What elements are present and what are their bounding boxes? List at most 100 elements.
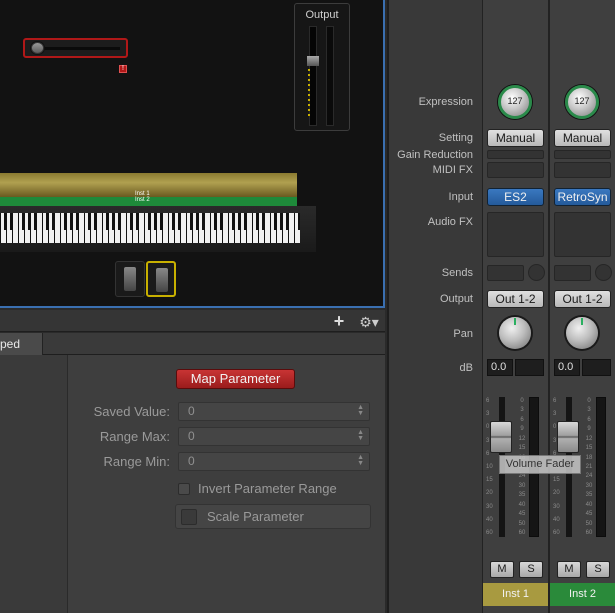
mixer-panel: Expression Setting Gain Reduction MIDI F…: [387, 0, 615, 613]
output-button[interactable]: Out 1-2: [487, 290, 544, 308]
scale-tick-label: 0: [520, 398, 524, 404]
input-button[interactable]: ES2: [487, 188, 544, 206]
scale-parameter-label: Scale Parameter: [207, 509, 304, 524]
send-slot[interactable]: [487, 265, 524, 281]
invert-range-checkbox[interactable]: [178, 483, 190, 495]
inst1-region[interactable]: Inst 1: [0, 173, 297, 197]
gain-reduction-label: Gain Reduction: [397, 149, 473, 161]
midi-fx-slot[interactable]: [554, 162, 611, 178]
scale-tick-label: 15: [585, 445, 593, 452]
output-fader-knob[interactable]: [307, 56, 319, 66]
piano-black-keys[interactable]: [0, 213, 300, 230]
add-plus-icon[interactable]: +: [328, 312, 350, 331]
scale-tick-label: 3: [486, 411, 490, 418]
saved-value-field[interactable]: 0 ▲ ▼: [178, 402, 370, 421]
stepper-arrows-icon[interactable]: ▲ ▼: [357, 404, 364, 417]
send-level-knob[interactable]: [528, 264, 545, 281]
output-fader-track[interactable]: [309, 26, 317, 126]
range-min-label: Range Min:: [103, 454, 170, 469]
audio-fx-slot[interactable]: [487, 212, 544, 257]
scale-tick-label: 12: [518, 435, 526, 442]
mapping-badge-icon[interactable]: !: [119, 65, 127, 73]
instrument-canvas[interactable]: ! Output Inst 1 Inst 2: [0, 0, 385, 308]
midi-fx-slot[interactable]: [487, 162, 544, 178]
input-label: Input: [448, 191, 473, 203]
scale-tick-label: 18: [585, 454, 593, 461]
volume-fader[interactable]: [490, 421, 512, 453]
inst2-region-label: Inst 2: [135, 197, 150, 203]
stepper-arrows-icon[interactable]: ▲ ▼: [357, 454, 364, 467]
solo-button[interactable]: S: [586, 561, 610, 578]
expression-knob[interactable]: 127: [498, 85, 532, 119]
mute-button[interactable]: M: [490, 561, 514, 578]
scale-tick-label: 50: [585, 520, 593, 527]
output-meter: [326, 26, 334, 126]
peak-readout[interactable]: [515, 359, 544, 376]
mute-button[interactable]: M: [557, 561, 581, 578]
inst2-region[interactable]: Inst 2: [0, 197, 297, 206]
range-min-field[interactable]: 0 ▲ ▼: [178, 452, 370, 471]
setting-label: Setting: [438, 132, 473, 144]
db-label: dB: [459, 362, 473, 374]
scale-tick-label: 3: [520, 407, 524, 414]
scale-tick-label: 24: [585, 473, 593, 480]
audio-fx-label: Audio FX: [427, 216, 473, 228]
scale-tick-label: 24: [518, 473, 526, 480]
setting-button[interactable]: Manual: [554, 129, 611, 147]
scale-tick-label: 10: [486, 464, 493, 470]
scale-tick-label: 60: [518, 530, 526, 536]
range-max-field[interactable]: 0 ▲ ▼: [178, 427, 370, 446]
output-level-ticks: [308, 59, 310, 119]
output-button[interactable]: Out 1-2: [554, 290, 611, 308]
fader-scale: 63036101520304060: [486, 398, 500, 536]
midi-fx-label: MIDI FX: [432, 164, 473, 176]
saved-value-text: 0: [188, 404, 195, 418]
send-slot[interactable]: [554, 265, 591, 281]
setting-button[interactable]: Manual: [487, 129, 544, 147]
smart-control-slider[interactable]: [23, 38, 128, 58]
scale-tick-label: 6: [520, 416, 524, 423]
expression-knob[interactable]: 127: [565, 85, 599, 119]
inspector-list-pane[interactable]: [0, 355, 68, 613]
scale-tick-label: 30: [518, 482, 526, 489]
stepper-arrows-icon[interactable]: ▲ ▼: [357, 429, 364, 442]
scale-tick-label: 6: [587, 416, 591, 423]
sustain-pedal-icon[interactable]: [115, 261, 145, 297]
gear-icon[interactable]: ⚙▾: [356, 313, 382, 331]
send-level-knob[interactable]: [595, 264, 612, 281]
channel-strip-inst1: 127 Manual ES2 Out 1-2 0.0 6 3 0 3 6 10 15 20 30…: [482, 0, 549, 613]
track-name[interactable]: Inst 2: [550, 583, 615, 606]
volume-fader[interactable]: [557, 421, 579, 453]
audio-fx-slot[interactable]: [554, 212, 611, 257]
scale-tick-label: 40: [518, 501, 526, 508]
scale-tick-label: 20: [553, 490, 560, 497]
scale-parameter-checkbox[interactable]: [181, 509, 197, 525]
expression-value: 127: [507, 96, 523, 106]
scale-tick-label: 40: [553, 516, 560, 523]
db-readout[interactable]: 0.0: [554, 359, 580, 376]
db-readout[interactable]: 0.0: [487, 359, 513, 376]
gain-reduction-meter: [487, 150, 544, 159]
pan-knob[interactable]: [566, 317, 598, 349]
pan-knob[interactable]: [499, 317, 531, 349]
expression-pedal-icon[interactable]: [146, 261, 176, 297]
solo-button[interactable]: S: [519, 561, 543, 578]
input-button[interactable]: RetroSyn: [554, 188, 611, 206]
scale-tick-label: 3: [587, 407, 591, 414]
peak-readout[interactable]: [582, 359, 611, 376]
scale-parameter-row[interactable]: Scale Parameter: [175, 504, 371, 529]
scale-tick-label: 35: [585, 492, 593, 499]
slider-knob[interactable]: [31, 42, 44, 54]
scale-tick-label: 45: [518, 511, 526, 518]
track-name[interactable]: Inst 1: [483, 583, 548, 606]
slider-track: [31, 47, 120, 50]
volume-fader-tooltip: Volume Fader: [499, 455, 581, 474]
gain-reduction-meter: [554, 150, 611, 159]
pan-label: Pan: [453, 328, 473, 340]
tab-mapped[interactable]: ped: [0, 333, 43, 355]
scale-tick-label: 30: [486, 503, 493, 510]
map-parameter-button[interactable]: Map Parameter: [176, 369, 295, 389]
level-meter: [596, 397, 606, 537]
scale-tick-label: 35: [518, 492, 526, 499]
scale-tick-label: 21: [585, 464, 593, 470]
